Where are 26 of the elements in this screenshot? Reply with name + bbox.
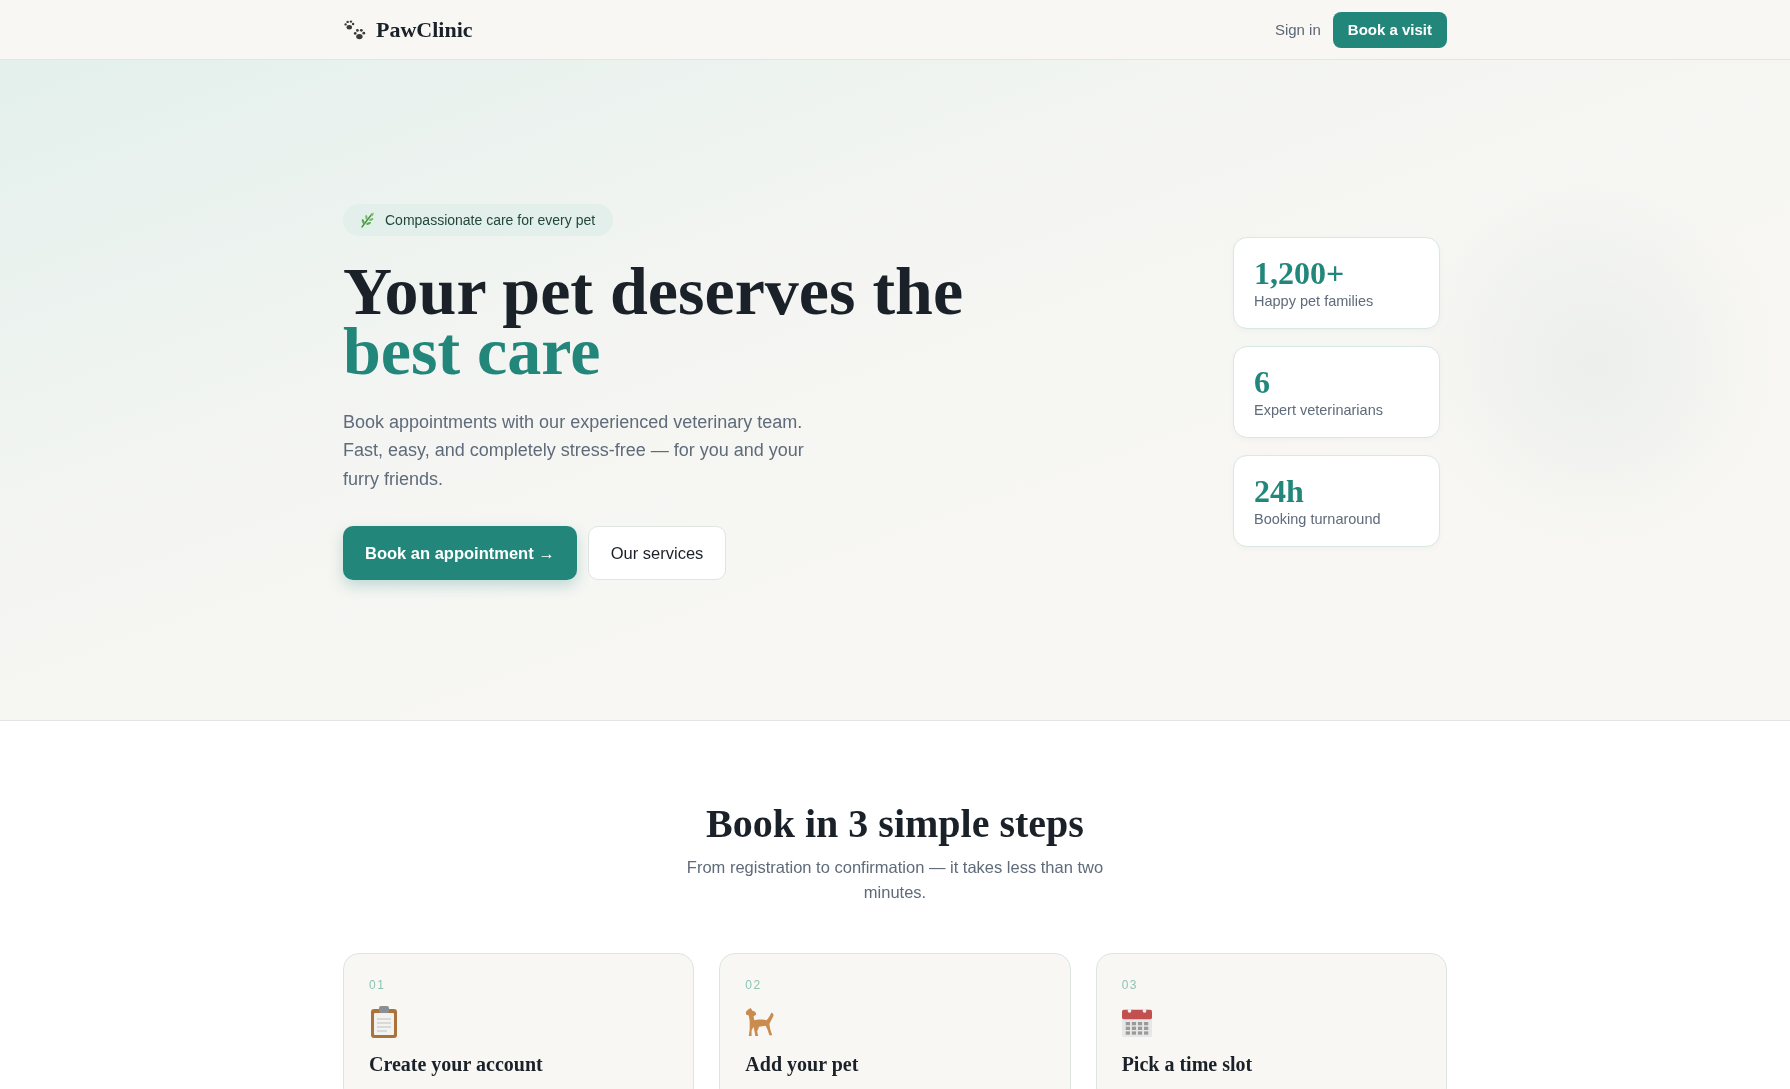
tagline-text: Compassionate care for every pet (385, 211, 596, 228)
sign-in-link[interactable]: Sign in (1274, 21, 1321, 38)
clipboard-icon (369, 1006, 399, 1038)
section-title: Book in 3 simple steps (706, 800, 1084, 848)
stat-value: 24h (1254, 473, 1304, 509)
dog-icon (745, 1006, 776, 1038)
stat-label: Happy pet families (1254, 293, 1374, 309)
services-button[interactable]: Our services (587, 526, 727, 581)
book-appointment-button[interactable]: Book an appointment → (343, 526, 577, 581)
step-number: 02 (745, 977, 762, 993)
calendar-icon (1121, 1006, 1152, 1038)
logo-text[interactable]: PawClinic (376, 16, 473, 43)
step-number: 01 (369, 977, 386, 993)
paw-prints-icon (343, 18, 367, 41)
step-title: Add your pet (745, 1052, 859, 1077)
stat-label: Expert veterinarians (1254, 402, 1383, 418)
stat-label: Booking turnaround (1254, 511, 1381, 527)
leaf-sprig-icon (359, 211, 375, 228)
step-title: Pick a time slot (1121, 1052, 1253, 1077)
book-visit-button[interactable]: Book a visit (1332, 11, 1447, 48)
section-subtitle: From registration to confirmation — it takes less than two minutes. (685, 857, 1105, 903)
step-number: 03 (1121, 977, 1138, 993)
step-title: Create your account (369, 1052, 543, 1077)
stat-value: 6 (1254, 364, 1270, 400)
hero-description: Book appointments with our experienced veterinary team. Fast, easy, and completely stress-free — for you and your furry friends. (343, 410, 805, 491)
stat-value: 1,200+ (1254, 255, 1345, 291)
